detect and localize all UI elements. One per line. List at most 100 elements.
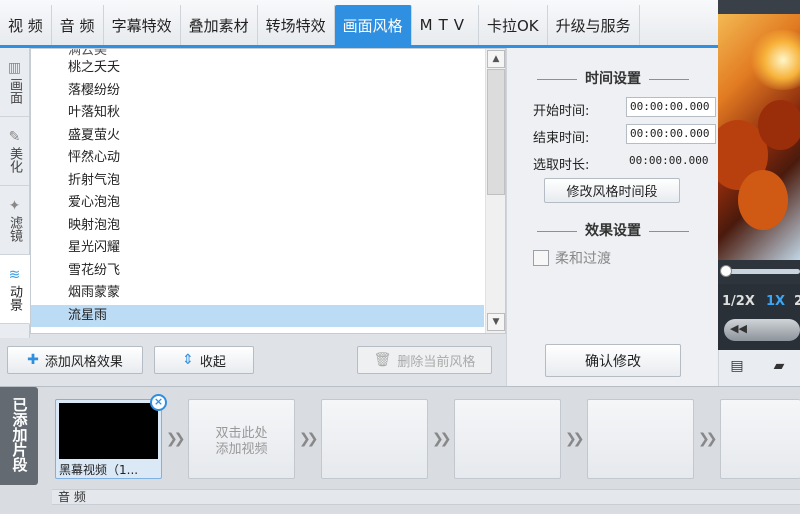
- side-tab-label: 画面: [7, 77, 22, 104]
- list-item[interactable]: 盛夏萤火: [31, 125, 505, 148]
- film-icon: ▥: [7, 59, 22, 76]
- list-item[interactable]: 雪花纷飞: [31, 260, 505, 283]
- add-style-effect-button[interactable]: ✚ 添加风格效果: [7, 346, 143, 374]
- duration-row: 选取时长: 00:00:00.000: [533, 154, 708, 173]
- end-time-row: 结束时间: 00:00:00.000: [533, 124, 716, 146]
- video-preview: [718, 0, 800, 260]
- soft-transition-label: 柔和过渡: [555, 251, 611, 267]
- clip-slot-4[interactable]: [454, 399, 561, 479]
- tab-upgrade-service[interactable]: 升级与服务: [548, 5, 640, 45]
- chevron-right-icon: ❯❯: [432, 431, 452, 447]
- clip-slot-2[interactable]: 双击此处 添加视频: [188, 399, 295, 479]
- list-item-selected[interactable]: 流星雨: [31, 304, 484, 327]
- list-item[interactable]: 烟雨蒙蒙: [31, 282, 505, 305]
- speed-half-button[interactable]: 1/2X: [722, 294, 755, 309]
- preview-title-bar: [718, 0, 800, 14]
- collapse-button[interactable]: ⇕ 收起: [154, 346, 254, 374]
- delete-current-style-label: 删除当前风格: [397, 354, 476, 370]
- delete-current-style-button[interactable]: 🗑 删除当前风格: [357, 346, 492, 374]
- tab-audio[interactable]: 音 频: [52, 5, 104, 45]
- tab-karaoke[interactable]: 卡拉OK: [479, 5, 548, 45]
- list-scrollbar[interactable]: ▲ ▼: [485, 49, 505, 333]
- clip-thumbnail[interactable]: [59, 403, 158, 459]
- side-tab-label: 美化: [7, 146, 22, 173]
- main-tab-bar: 视 频 音 频 字幕特效 叠加素材 转场特效 画面风格 MTV 卡拉OK 升级与…: [0, 0, 718, 48]
- add-sparkle-icon: ✚: [27, 352, 39, 368]
- checkbox-box[interactable]: [533, 250, 549, 266]
- clip-caption: 黑幕视频（1...: [59, 463, 139, 477]
- chevron-right-icon: ❯❯: [166, 431, 186, 447]
- scroll-thumb[interactable]: [487, 69, 505, 195]
- duration-value: 00:00:00.000: [629, 154, 709, 167]
- open-folder-icon[interactable]: ▰: [769, 358, 789, 378]
- start-time-input[interactable]: 00:00:00.000: [626, 97, 716, 117]
- side-tab-filter[interactable]: ✦ 滤镜: [0, 186, 29, 255]
- side-tab-motion[interactable]: ≋ 动景: [0, 255, 30, 324]
- list-item[interactable]: 星光闪耀: [31, 237, 505, 260]
- side-tab-beautify[interactable]: ✎ 美化: [0, 117, 29, 186]
- clip-slot-1[interactable]: 黑幕视频（1... ×: [55, 394, 167, 479]
- confirm-modify-button[interactable]: 确认修改: [545, 344, 681, 377]
- list-item[interactable]: 映射泡泡: [31, 215, 505, 238]
- list-item[interactable]: 满云美: [31, 49, 505, 57]
- waves-icon: ≋: [8, 266, 21, 283]
- leaf-shape: [758, 100, 800, 150]
- progress-bar[interactable]: [724, 269, 800, 274]
- tab-transition-effects[interactable]: 转场特效: [258, 5, 335, 45]
- brush-icon: ✎: [8, 128, 21, 145]
- start-time-label: 开始时间:: [533, 104, 590, 119]
- time-settings-title: 时间设置: [507, 68, 719, 88]
- side-tab-bar: ▥ 画面 ✎ 美化 ✦ 滤镜 ≋ 动景: [0, 48, 30, 338]
- style-effects-list: 满云美 桃之夭夭 落樱纷纷 叶落知秋 盛夏萤火 怦然心动 折射气泡 爱心泡泡 映…: [30, 48, 506, 334]
- add-video-hint: 双击此处 添加视频: [215, 426, 268, 457]
- new-project-icon[interactable]: ▤: [727, 358, 747, 378]
- modify-style-time-button[interactable]: 修改风格时间段: [544, 178, 680, 203]
- effect-settings-title: 效果设置: [507, 220, 719, 240]
- soft-transition-checkbox[interactable]: 柔和过渡: [533, 248, 611, 268]
- start-time-row: 开始时间: 00:00:00.000: [533, 97, 716, 119]
- end-time-input[interactable]: 00:00:00.000: [626, 124, 716, 144]
- audio-track[interactable]: 音 频: [52, 489, 800, 505]
- tab-overlay-materials[interactable]: 叠加素材: [181, 5, 258, 45]
- trash-icon: 🗑: [373, 352, 392, 368]
- progress-knob[interactable]: [720, 265, 732, 277]
- jog-wheel[interactable]: ◀◀: [724, 319, 800, 341]
- scroll-up-icon[interactable]: ▲: [487, 50, 505, 68]
- chevron-right-icon: ❯❯: [299, 431, 319, 447]
- preview-tools: ▤ ▰: [718, 350, 800, 386]
- settings-panel: 时间设置 开始时间: 00:00:00.000 结束时间: 00:00:00.0…: [506, 48, 718, 386]
- added-clips-label: 已添加片段: [0, 387, 38, 485]
- sun-glow: [748, 30, 800, 90]
- scroll-down-icon[interactable]: ▼: [487, 313, 505, 331]
- list-item[interactable]: 折射气泡: [31, 170, 505, 193]
- list-item[interactable]: 落樱纷纷: [31, 80, 505, 103]
- rewind-icon[interactable]: ◀◀: [730, 322, 747, 335]
- list-item[interactable]: 叶落知秋: [31, 102, 505, 125]
- collapse-arrows-icon: ⇕: [182, 352, 194, 368]
- side-tab-picture[interactable]: ▥ 画面: [0, 48, 29, 117]
- close-icon[interactable]: ×: [150, 394, 167, 411]
- preview-progress-track[interactable]: [718, 260, 800, 284]
- speed-1x-button[interactable]: 1X: [766, 294, 785, 309]
- tab-mtv[interactable]: MTV: [412, 5, 479, 45]
- clip-slot-6[interactable]: [720, 399, 800, 479]
- collapse-label: 收起: [199, 354, 226, 370]
- list-item[interactable]: 怦然心动: [31, 147, 505, 170]
- tab-picture-style[interactable]: 画面风格: [334, 5, 412, 45]
- side-tab-label: 滤镜: [7, 215, 22, 242]
- list-item[interactable]: 爱心泡泡: [31, 192, 505, 215]
- speed-2x-button[interactable]: 2: [794, 294, 800, 309]
- add-style-effect-label: 添加风格效果: [44, 354, 123, 370]
- leaf-shape: [738, 170, 788, 230]
- side-tab-label: 动景: [7, 284, 22, 311]
- tab-subtitle-effects[interactable]: 字幕特效: [104, 5, 181, 45]
- timeline: 已添加片段 黑幕视频（1... × ❯❯ 双击此处 添加视频 ❯❯ ❯❯ ❯❯ ❯…: [0, 386, 800, 514]
- clip-slot-5[interactable]: [587, 399, 694, 479]
- chevron-right-icon: ❯❯: [698, 431, 718, 447]
- duration-label: 选取时长:: [533, 158, 590, 173]
- audio-track-label: 音 频: [58, 490, 86, 504]
- list-item[interactable]: 桃之夭夭: [31, 57, 505, 80]
- magic-wand-icon: ✦: [8, 197, 21, 214]
- clip-slot-3[interactable]: [321, 399, 428, 479]
- tab-video[interactable]: 视 频: [0, 5, 52, 45]
